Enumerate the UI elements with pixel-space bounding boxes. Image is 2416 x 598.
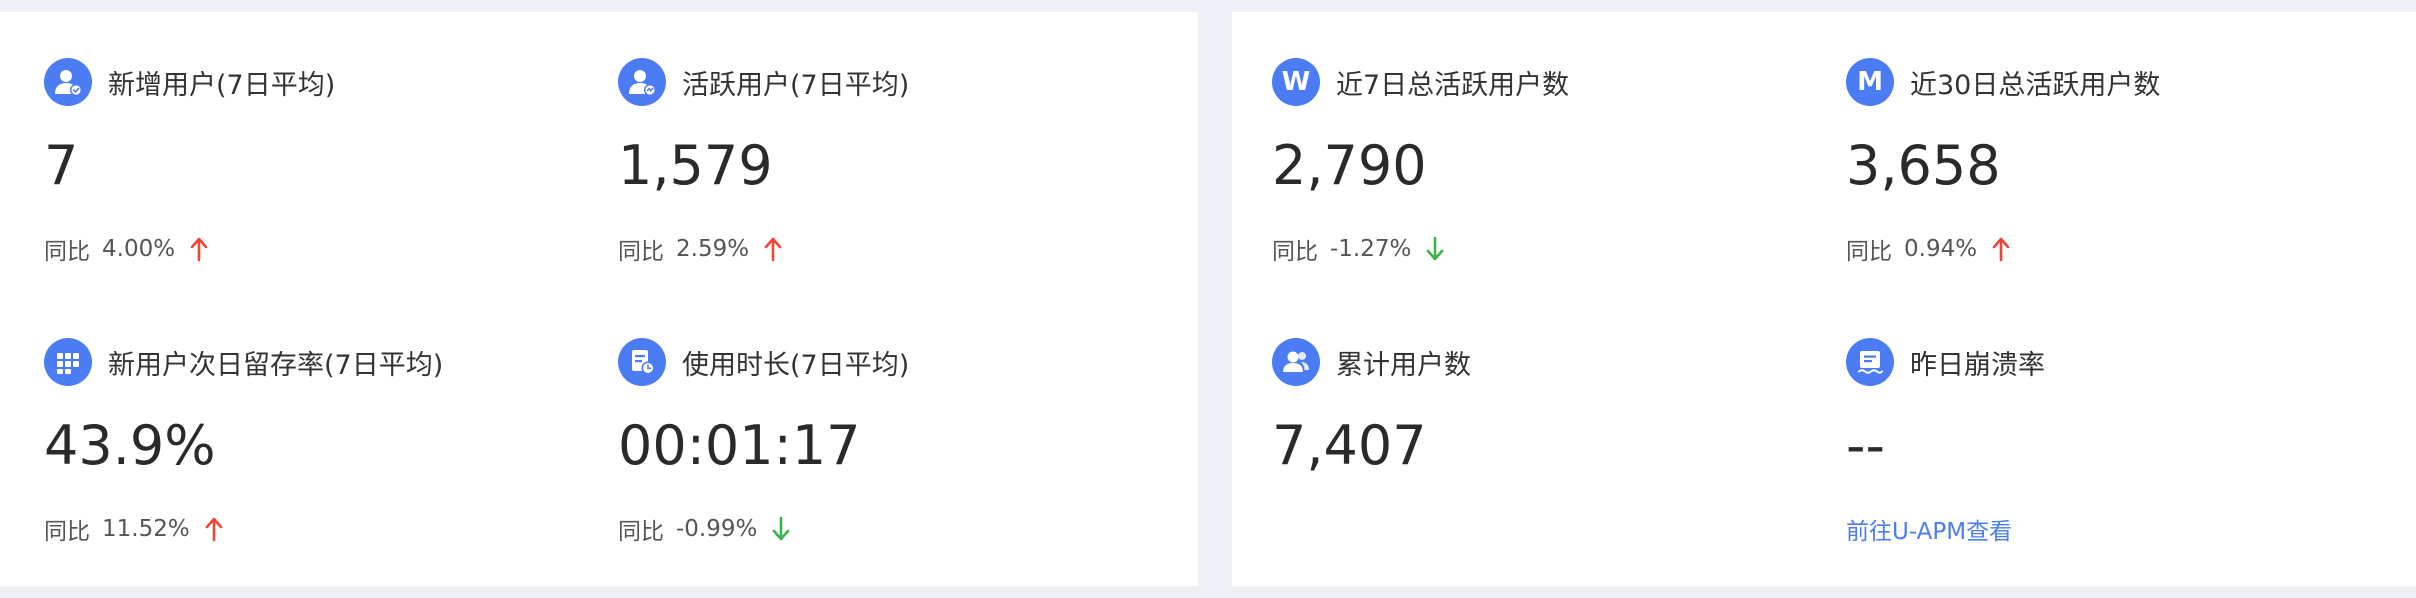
metric-value: 00:01:17: [618, 414, 861, 477]
metric-card-retention: 新用户次日留存率(7日平均) 43.9% 同比 11.52%: [44, 338, 604, 598]
trend-up-arrow-icon: [764, 237, 782, 262]
trend-down-arrow-icon: [773, 516, 790, 541]
metric-value: 1,579: [618, 134, 773, 197]
metric-card-header: 使用时长(7日平均): [618, 338, 909, 386]
metric-card-new-users: 新增用户(7日平均) 7 同比 4.00%: [44, 58, 604, 318]
compare-value: -0.99%: [676, 516, 758, 542]
metric-value: --: [1846, 414, 1885, 477]
view-in-uapm-link[interactable]: 前往U-APM查看: [1846, 512, 2012, 546]
metric-value: 2,790: [1272, 134, 1427, 197]
metric-card-header: M 近30日总活跃用户数: [1846, 58, 2160, 106]
trend-up-arrow-icon: [190, 237, 208, 262]
metric-compare: 同比 4.00%: [44, 232, 209, 266]
metric-value: 7,407: [1272, 414, 1427, 477]
compare-label: 同比: [44, 519, 90, 545]
trend-up-arrow-icon: [205, 517, 223, 542]
metric-title: 昨日崩溃率: [1910, 349, 2045, 381]
metric-card-header: 累计用户数: [1272, 338, 1471, 386]
metric-card-header: 新用户次日留存率(7日平均): [44, 338, 443, 386]
compare-value: 11.52%: [102, 516, 190, 542]
users-group-icon: [1272, 338, 1320, 386]
metric-card-monthly-active: M 近30日总活跃用户数 3,658 同比 0.94%: [1846, 58, 2406, 318]
metric-title: 使用时长(7日平均): [682, 349, 910, 381]
metric-card-weekly-active: W 近7日总活跃用户数 2,790 同比 -1.27%: [1272, 58, 1832, 318]
metric-card-active-users: 活跃用户(7日平均) 1,579 同比 2.59%: [618, 58, 1178, 318]
metric-title: 近30日总活跃用户数: [1910, 69, 2161, 101]
compare-label: 同比: [618, 519, 664, 545]
metric-value: 7: [44, 134, 79, 197]
letter-m-icon: M: [1846, 58, 1894, 106]
right-metrics-panel: W 近7日总活跃用户数 2,790 同比 -1.27% M 近30日总活跃用户数…: [1232, 12, 2416, 586]
metric-compare: 同比 2.59%: [618, 232, 783, 266]
grid-apps-icon: [44, 338, 92, 386]
user-check-icon: [44, 58, 92, 106]
compare-label: 同比: [618, 239, 664, 265]
metric-card-usage-duration: 使用时长(7日平均) 00:01:17 同比 -0.99%: [618, 338, 1178, 598]
trend-up-arrow-icon: [1992, 237, 2010, 262]
clock-document-icon: [618, 338, 666, 386]
metric-title: 累计用户数: [1336, 349, 1471, 381]
crash-report-icon: [1846, 338, 1894, 386]
metric-value: 43.9%: [44, 414, 216, 477]
compare-value: 2.59%: [676, 236, 750, 262]
metric-title: 近7日总活跃用户数: [1336, 69, 1570, 101]
compare-value: 0.94%: [1904, 236, 1978, 262]
metric-title: 新增用户(7日平均): [108, 69, 336, 101]
metric-title: 活跃用户(7日平均): [682, 69, 910, 101]
user-active-icon: [618, 58, 666, 106]
metric-compare: 同比 11.52%: [44, 512, 224, 546]
letter-w-icon: W: [1272, 58, 1320, 106]
metric-card-crash-rate: 昨日崩溃率 -- 前往U-APM查看: [1846, 338, 2406, 598]
metric-card-header: 新增用户(7日平均): [44, 58, 335, 106]
trend-down-arrow-icon: [1427, 236, 1444, 261]
compare-label: 同比: [44, 239, 90, 265]
left-metrics-panel: 新增用户(7日平均) 7 同比 4.00% 活跃用户(7日平均) 1,579 同…: [0, 12, 1198, 586]
metric-card-header: W 近7日总活跃用户数: [1272, 58, 1569, 106]
metric-value: 3,658: [1846, 134, 2001, 197]
compare-label: 同比: [1272, 239, 1318, 265]
metric-card-header: 活跃用户(7日平均): [618, 58, 909, 106]
metric-compare: 同比 0.94%: [1846, 232, 2011, 266]
metric-card-total-users: 累计用户数 7,407: [1272, 338, 1832, 598]
metric-card-header: 昨日崩溃率: [1846, 338, 2045, 386]
compare-value: -1.27%: [1330, 236, 1412, 262]
metric-title: 新用户次日留存率(7日平均): [108, 349, 444, 381]
metric-compare: 同比 -0.99%: [618, 512, 791, 546]
metric-compare: 同比 -1.27%: [1272, 232, 1445, 266]
compare-value: 4.00%: [102, 236, 176, 262]
compare-label: 同比: [1846, 239, 1892, 265]
